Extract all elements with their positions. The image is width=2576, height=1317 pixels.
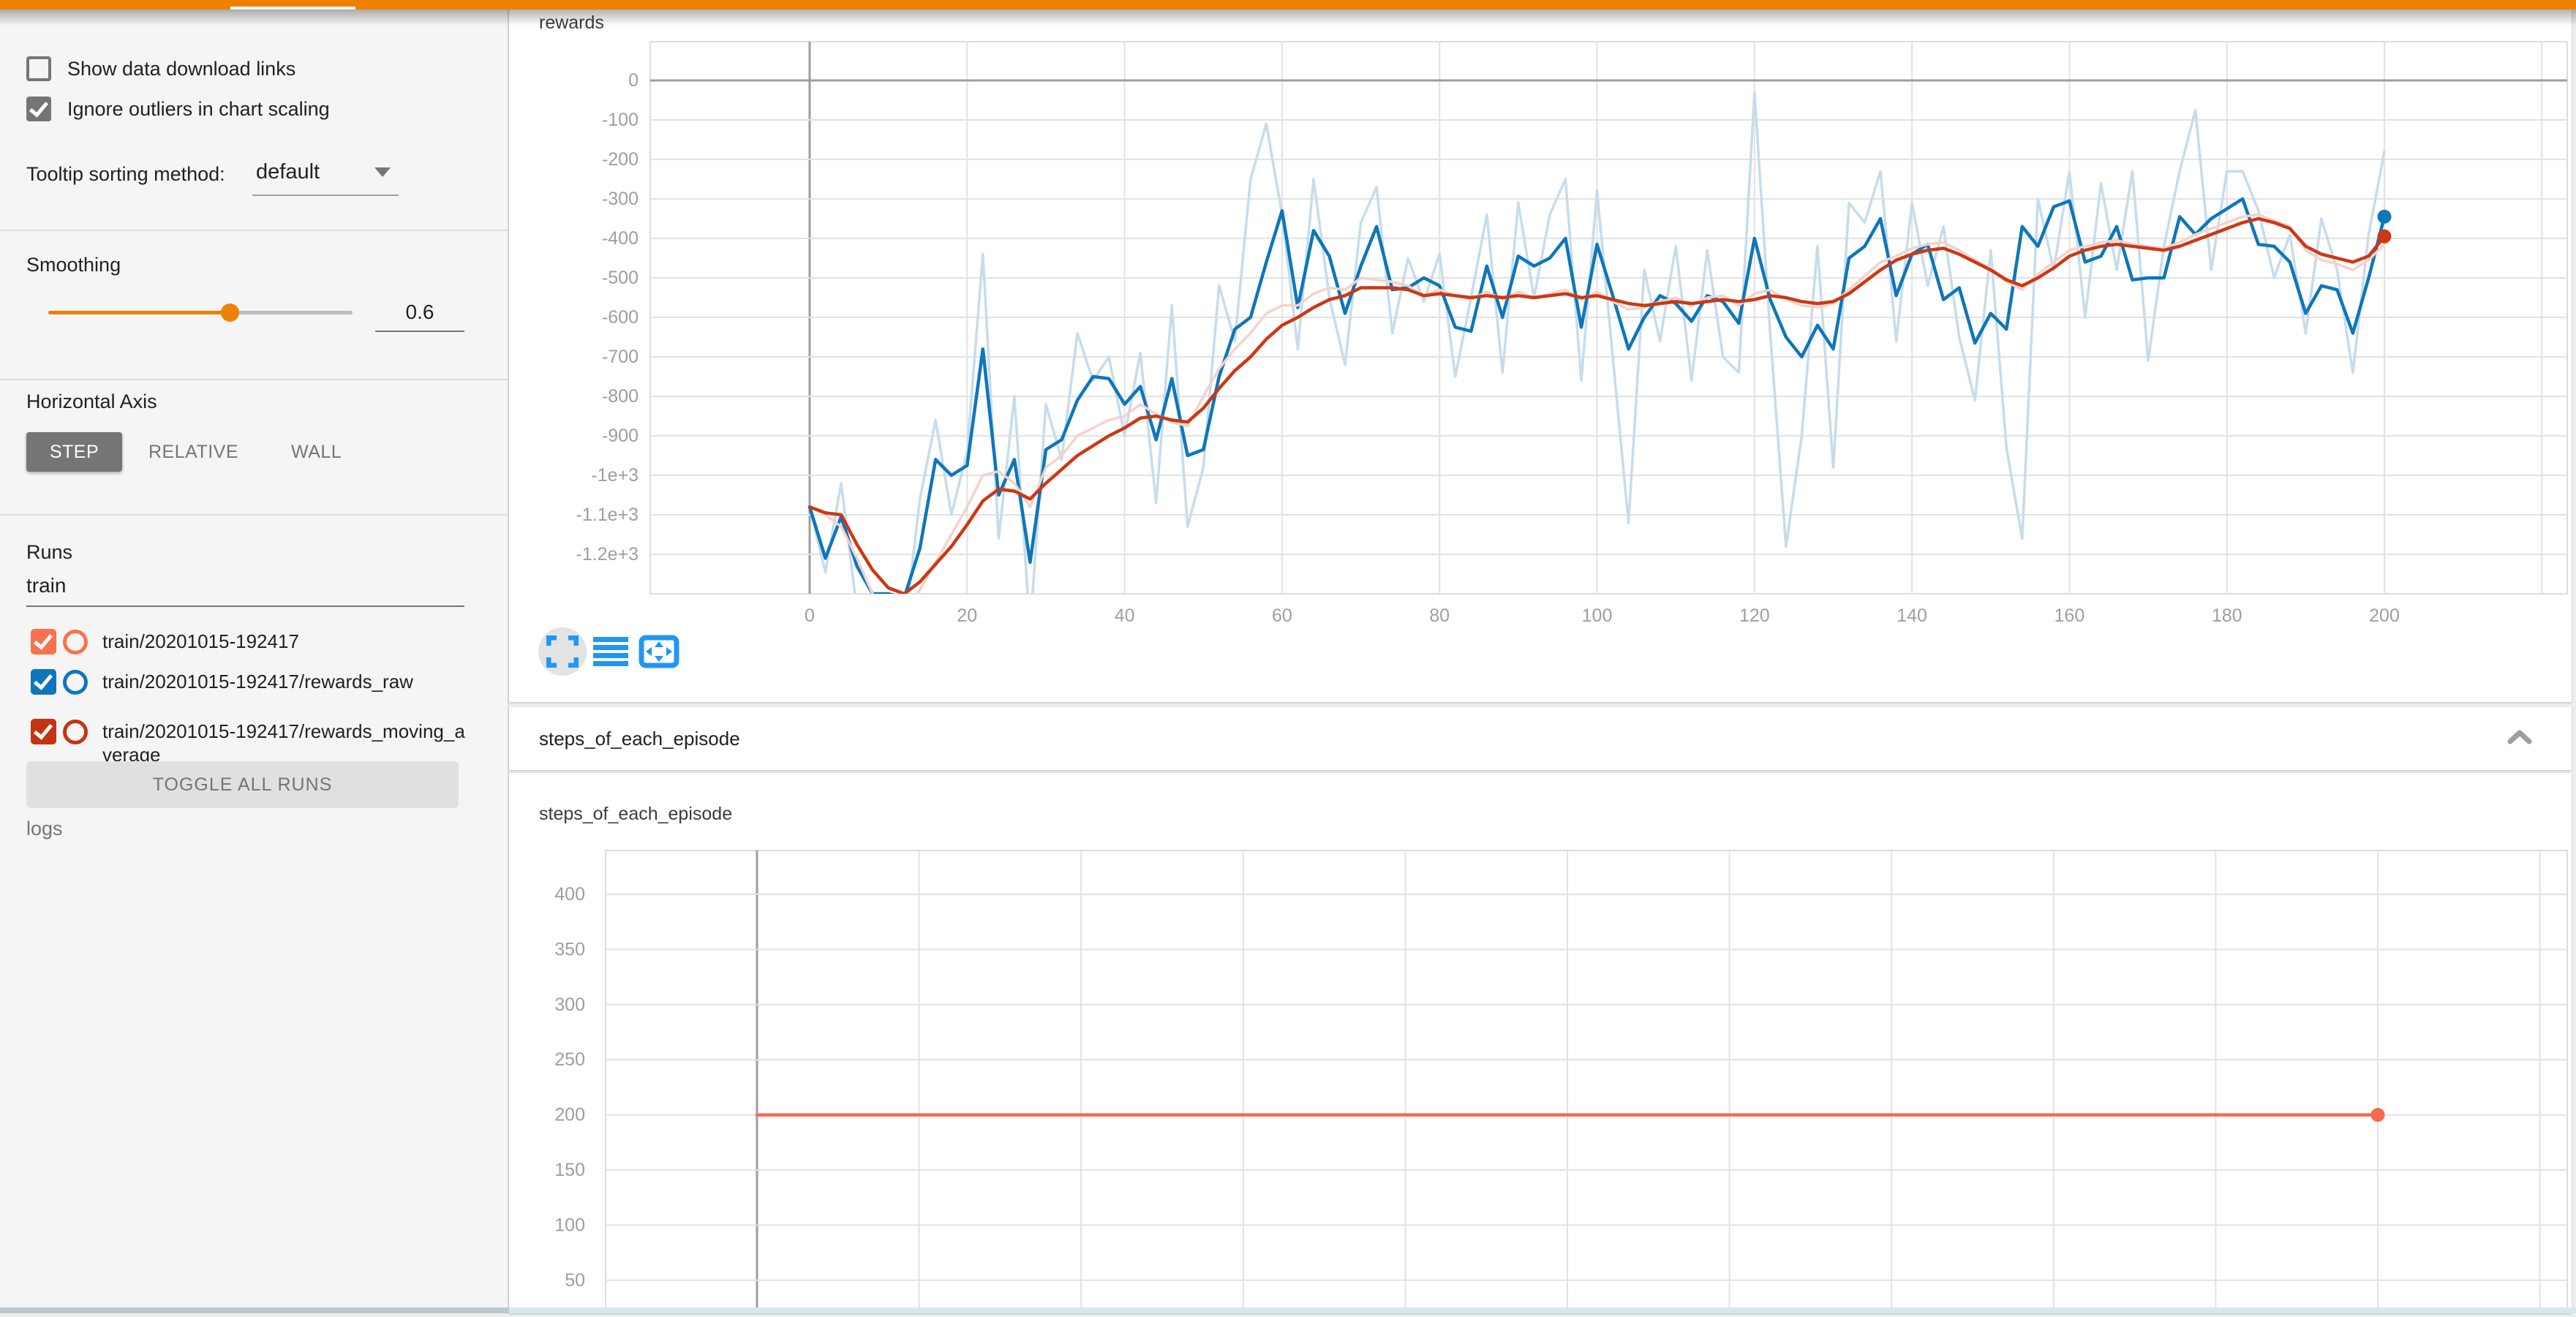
y-tick-label: 100 (554, 1215, 585, 1235)
y-tick-label: 350 (554, 939, 585, 959)
y-tick-label: 50 (565, 1270, 585, 1291)
y-tick-label: -100 (602, 110, 639, 130)
data-table-icon[interactable] (587, 627, 635, 676)
app-header-bar (0, 0, 2576, 10)
plot-border (606, 850, 2567, 1313)
x-tick-label: 60 (1272, 605, 1292, 626)
logs-footer-label: logs (26, 818, 63, 840)
y-tick-label: 250 (554, 1049, 585, 1070)
x-tick-label: 180 (2212, 605, 2242, 626)
y-tick-label: -1.2e+3 (576, 544, 639, 565)
axis-option-relative[interactable]: RELATIVE (122, 432, 265, 472)
series-end-dot (2371, 1108, 2385, 1122)
y-tick-label: -800 (602, 386, 639, 407)
run-label: train/20201015-192417 (102, 630, 466, 653)
runs-filter-underline (26, 605, 464, 607)
y-tick-label: 150 (554, 1160, 585, 1180)
run-color-radio[interactable] (63, 670, 88, 695)
axis-option-step[interactable]: STEP (26, 432, 122, 472)
smoothing-value-underline (375, 331, 464, 332)
divider (0, 514, 508, 516)
ignore-outliers-checkbox[interactable] (26, 97, 51, 121)
settings-sidebar: Show data download links Ignore outliers… (0, 10, 508, 1313)
y-tick-label: -1e+3 (591, 465, 639, 486)
x-tick-label: 100 (1582, 605, 1613, 626)
x-tick-label: 40 (1115, 605, 1135, 626)
smoothing-label: Smoothing (26, 254, 121, 276)
y-tick-label: -900 (602, 426, 639, 446)
x-tick-label: 20 (957, 605, 977, 626)
run-checkbox[interactable] (31, 629, 56, 654)
active-tab-underline (230, 7, 355, 10)
run-label: train/20201015-192417/rewards_raw (102, 670, 466, 693)
y-tick-label: -1.1e+3 (576, 505, 639, 525)
bottom-edge-strip (0, 1307, 509, 1313)
chevron-down-icon[interactable] (374, 167, 391, 177)
y-tick-label: 200 (554, 1105, 585, 1125)
y-tick-label: -600 (602, 307, 639, 328)
tooltip-sorting-label: Tooltip sorting method: (26, 163, 225, 186)
dropdown-underline (252, 195, 399, 196)
run-checkbox[interactable] (31, 669, 56, 695)
series-end-dot (2378, 210, 2392, 224)
y-tick-label: -500 (602, 268, 639, 288)
x-tick-label: 80 (1429, 605, 1450, 626)
run-row[interactable]: train/20201015-192417/rewards_raw (31, 669, 466, 695)
rewards-line-chart[interactable]: 0 -100 -200 -300 -400 -500 -600 -700 -800 -900 -1e… (509, 10, 2572, 702)
bottom-edge-strip (509, 1307, 2576, 1313)
fit-domain-icon[interactable] (635, 627, 683, 676)
x-tick-label: 160 (2055, 605, 2085, 626)
y-tick-label: 400 (554, 884, 585, 905)
smoothing-slider-fill (48, 311, 229, 314)
smoothing-value-field[interactable]: 0.6 (375, 301, 464, 324)
divider (0, 230, 508, 231)
runs-label: Runs (26, 541, 72, 564)
chevron-up-icon[interactable] (2507, 729, 2532, 749)
smoothing-slider[interactable] (48, 311, 353, 314)
x-tick-label: 0 (805, 605, 815, 626)
checkbox-label: Show data download links (67, 58, 295, 80)
y-tick-label: -700 (602, 347, 639, 367)
run-label: train/20201015-192417/rewards_moving_ave… (102, 720, 466, 766)
steps-line-chart[interactable]: 400 350 300 250 200 150 100 50 (509, 773, 2572, 1313)
series-end-dot (2378, 230, 2392, 244)
show-data-download-links-checkbox[interactable] (26, 56, 51, 81)
run-checkbox[interactable] (31, 719, 56, 744)
run-color-radio[interactable] (63, 630, 88, 654)
checkbox-label: Ignore outliers in chart scaling (67, 98, 330, 121)
horizontal-axis-options: STEP RELATIVE WALL (26, 432, 368, 472)
steps-chart-title: steps_of_each_episode (539, 804, 732, 825)
expand-chart-icon[interactable] (538, 627, 587, 676)
smoothing-slider-thumb[interactable] (221, 303, 239, 322)
chart-toolbar (538, 627, 683, 676)
y-tick-label: 300 (554, 995, 585, 1015)
rewards-chart-card: rewards 0 -100 -200 -300 -400 -500 -600 -700 -80… (509, 10, 2572, 702)
run-row[interactable]: train/20201015-192417/rewards_moving_ave… (31, 719, 466, 766)
run-color-radio[interactable] (63, 720, 88, 744)
section-title: steps_of_each_episode (539, 728, 740, 750)
x-tick-label: 120 (1739, 605, 1770, 626)
runs-filter-input[interactable] (26, 574, 464, 597)
ignore-outliers-row[interactable]: Ignore outliers in chart scaling (26, 97, 330, 121)
y-tick-label: -400 (602, 228, 639, 249)
axis-option-wall[interactable]: WALL (265, 432, 368, 472)
x-tick-label: 140 (1897, 605, 1927, 626)
run-row[interactable]: train/20201015-192417 (31, 629, 466, 654)
divider (0, 379, 508, 380)
x-tick-label: 200 (2369, 605, 2400, 626)
horizontal-axis-label: Horizontal Axis (26, 390, 157, 413)
tooltip-sorting-select[interactable]: default (256, 160, 320, 184)
steps-chart-card: steps_of_each_episode 400 350 300 250 200 150… (509, 773, 2572, 1313)
y-tick-label: -200 (602, 149, 639, 170)
show-data-download-links-row[interactable]: Show data download links (26, 56, 295, 81)
steps-section-header[interactable]: steps_of_each_episode (509, 707, 2572, 770)
rewards-chart-title: rewards (539, 12, 604, 34)
toggle-all-runs-button[interactable]: TOGGLE ALL RUNS (26, 761, 459, 808)
y-tick-label: 0 (628, 70, 639, 91)
y-tick-label: -300 (602, 189, 639, 209)
